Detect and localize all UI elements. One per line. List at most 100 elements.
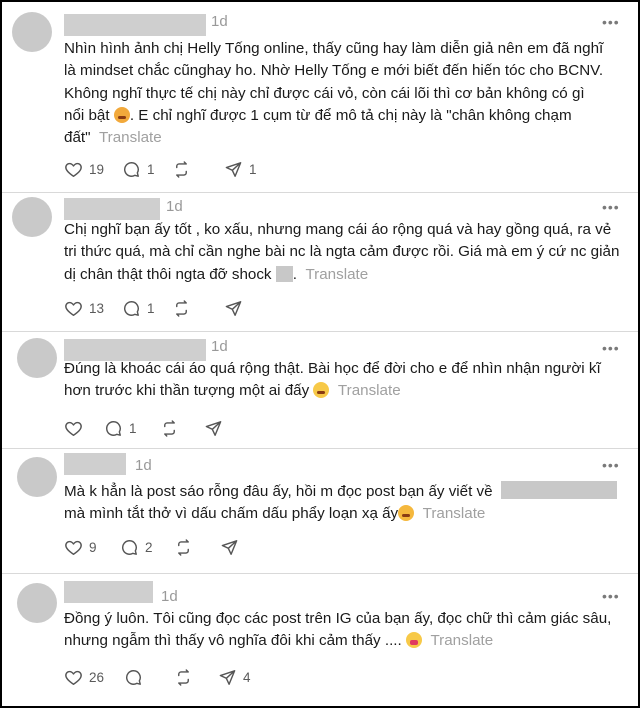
- action-bar: 1: [64, 419, 229, 438]
- send-icon: [220, 538, 239, 557]
- like-button[interactable]: 19: [64, 160, 122, 179]
- more-options-icon[interactable]: •••: [602, 340, 620, 356]
- like-count: 9: [89, 540, 97, 555]
- reply-count: 1: [147, 162, 155, 177]
- like-button[interactable]: [64, 419, 104, 438]
- comment-line: Mà k hẳn là post sáo rỗng đâu ấy, hồi m …: [64, 483, 493, 500]
- repost-icon: [160, 419, 179, 438]
- repost-icon: [174, 668, 193, 687]
- comment-line: .: [292, 265, 297, 283]
- username-redacted[interactable]: [64, 453, 126, 475]
- repost-icon: [172, 299, 191, 318]
- username-redacted[interactable]: [64, 14, 206, 36]
- share-button[interactable]: 1: [224, 160, 257, 179]
- comment-line: mà mình tắt thở vì dấu chấm dấu phẩy loạ…: [64, 505, 399, 523]
- comment-line: Chị nghĩ bạn ấy tốt , ko xấu, nhưng mang…: [64, 221, 612, 238]
- comment-text: Đúng là khoác cái áo quá rộng thật. Bài …: [64, 358, 629, 403]
- share-button[interactable]: [220, 538, 245, 557]
- reply-bubble-icon: [104, 419, 123, 438]
- comment-4: 1d ••• Mà k hẳn là post sáo rỗng đâu ấy,…: [2, 449, 638, 573]
- comment-line: hơn trước khi thần tượng một ai đấy: [64, 382, 310, 400]
- share-button[interactable]: [204, 419, 229, 438]
- translate-link[interactable]: Translate: [338, 382, 401, 399]
- comment-text: Nhìn hình ảnh chị Helly Tống online, thấ…: [64, 38, 624, 149]
- like-button[interactable]: 13: [64, 299, 122, 318]
- repost-icon: [172, 160, 191, 179]
- send-icon: [204, 419, 223, 438]
- comment-line: Không nghĩ thực tế chị này chỉ được cái …: [64, 84, 585, 102]
- comment-line: . E chỉ nghĩ được 1 cụm từ để mô tả chị …: [129, 106, 572, 124]
- threads-reply-list: 1d ••• Nhìn hình ảnh chị Helly Tống onli…: [0, 0, 640, 708]
- reply-button[interactable]: 1: [122, 299, 172, 318]
- more-options-icon[interactable]: •••: [602, 14, 620, 30]
- translate-link[interactable]: Translate: [430, 632, 493, 649]
- repost-button[interactable]: [174, 668, 218, 687]
- weary-face-emoji-icon: [313, 382, 330, 399]
- comment-2: 1d ••• Chị nghĩ bạn ấy tốt , ko xấu, như…: [2, 193, 638, 331]
- translate-link[interactable]: Translate: [305, 266, 368, 283]
- comment-1: 1d ••• Nhìn hình ảnh chị Helly Tống onli…: [2, 2, 638, 192]
- share-count: 1: [249, 162, 257, 177]
- share-button[interactable]: [224, 299, 249, 318]
- like-button[interactable]: 9: [64, 538, 120, 557]
- timestamp: 1d: [135, 457, 152, 474]
- username-redacted[interactable]: [64, 198, 160, 220]
- avatar[interactable]: [17, 583, 57, 623]
- laughing-emoji-icon: [398, 505, 415, 522]
- username-redacted[interactable]: [64, 581, 153, 603]
- reply-count: 1: [129, 421, 137, 436]
- comment-line: Đúng là khoác cái áo quá rộng thật. Bài …: [64, 360, 601, 377]
- more-options-icon[interactable]: •••: [602, 588, 620, 604]
- reply-bubble-icon: [124, 668, 143, 687]
- reply-count: 1: [147, 301, 155, 316]
- avatar[interactable]: [17, 338, 57, 378]
- more-options-icon[interactable]: •••: [602, 199, 620, 215]
- reply-button[interactable]: [124, 668, 174, 687]
- like-count: 19: [89, 162, 105, 177]
- avatar[interactable]: [12, 12, 52, 52]
- send-icon: [224, 160, 243, 179]
- repost-button[interactable]: [160, 419, 204, 438]
- reply-button[interactable]: 1: [122, 160, 172, 179]
- timestamp: 1d: [211, 13, 228, 30]
- heart-icon: [64, 160, 83, 179]
- comment-5: 1d ••• Đồng ý luôn. Tôi cũng đọc các pos…: [2, 574, 638, 706]
- timestamp: 1d: [166, 198, 183, 215]
- redacted-emoji: [275, 265, 293, 282]
- like-button[interactable]: 26: [64, 668, 124, 687]
- comment-text: Chị nghĩ bạn ấy tốt , ko xấu, nhưng mang…: [64, 219, 629, 286]
- send-icon: [224, 299, 243, 318]
- share-count: 4: [243, 670, 251, 685]
- comment-line: đất": [64, 129, 91, 147]
- more-options-icon[interactable]: •••: [602, 457, 620, 473]
- repost-button[interactable]: [174, 538, 220, 557]
- heart-icon: [64, 668, 83, 687]
- comment-line: là mindset chắc cũnghay ho. Nhờ Helly Tố…: [64, 62, 604, 80]
- heart-icon: [64, 538, 83, 557]
- reply-bubble-icon: [122, 160, 141, 179]
- share-button[interactable]: 4: [218, 668, 251, 687]
- send-icon: [218, 668, 237, 687]
- avatar[interactable]: [12, 197, 52, 237]
- translate-link[interactable]: Translate: [423, 505, 486, 522]
- reply-bubble-icon: [120, 538, 139, 557]
- repost-button[interactable]: [172, 299, 224, 318]
- action-bar: 13 1: [64, 299, 249, 318]
- comment-3: 1d ••• Đúng là khoác cái áo quá rộng thậ…: [2, 332, 638, 448]
- reply-button[interactable]: 2: [120, 538, 174, 557]
- comment-text: Mà k hẳn là post sáo rỗng đâu ấy, hồi m …: [64, 481, 629, 526]
- action-bar: 19 1 1: [64, 160, 257, 179]
- like-count: 13: [89, 301, 105, 316]
- avatar[interactable]: [17, 457, 57, 497]
- comment-line: nổi bật: [64, 106, 110, 124]
- repost-button[interactable]: [172, 160, 224, 179]
- comment-line: Nhìn hình ảnh chị Helly Tống online, thấ…: [64, 40, 604, 57]
- timestamp: 1d: [211, 338, 228, 355]
- repost-icon: [174, 538, 193, 557]
- reply-button[interactable]: 1: [104, 419, 160, 438]
- translate-link[interactable]: Translate: [99, 129, 162, 146]
- reply-count: 2: [145, 540, 153, 555]
- sweat-smile-emoji-icon: [113, 106, 130, 123]
- grimacing-emoji-icon: [405, 632, 422, 649]
- comment-text: Đồng ý luôn. Tôi cũng đọc các post trên …: [64, 608, 629, 653]
